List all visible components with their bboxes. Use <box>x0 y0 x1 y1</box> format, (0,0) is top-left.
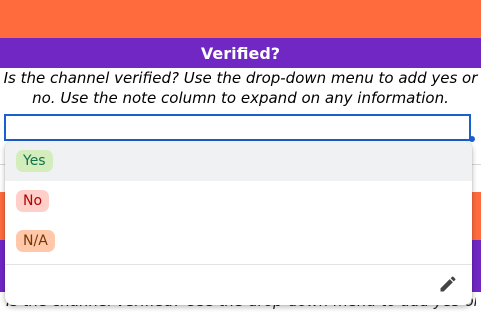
selection-handle[interactable] <box>469 136 475 142</box>
header-title: Verified? <box>200 43 281 63</box>
option-yes[interactable]: Yes <box>5 141 472 181</box>
chip-na: N/A <box>16 230 55 252</box>
chip-no: No <box>16 190 50 212</box>
selected-cell[interactable] <box>4 114 471 141</box>
orange-row-top <box>0 0 481 38</box>
header-cell[interactable]: Verified? <box>0 38 481 68</box>
chip-yes: Yes <box>16 150 53 172</box>
description-cell[interactable]: Is the channel verified? Use the drop-do… <box>0 68 481 112</box>
dropdown-menu: Yes No N/A <box>5 141 472 305</box>
menu-footer <box>5 265 472 303</box>
option-na[interactable]: N/A <box>5 221 472 261</box>
option-no[interactable]: No <box>5 181 472 221</box>
pencil-icon[interactable] <box>438 274 458 294</box>
